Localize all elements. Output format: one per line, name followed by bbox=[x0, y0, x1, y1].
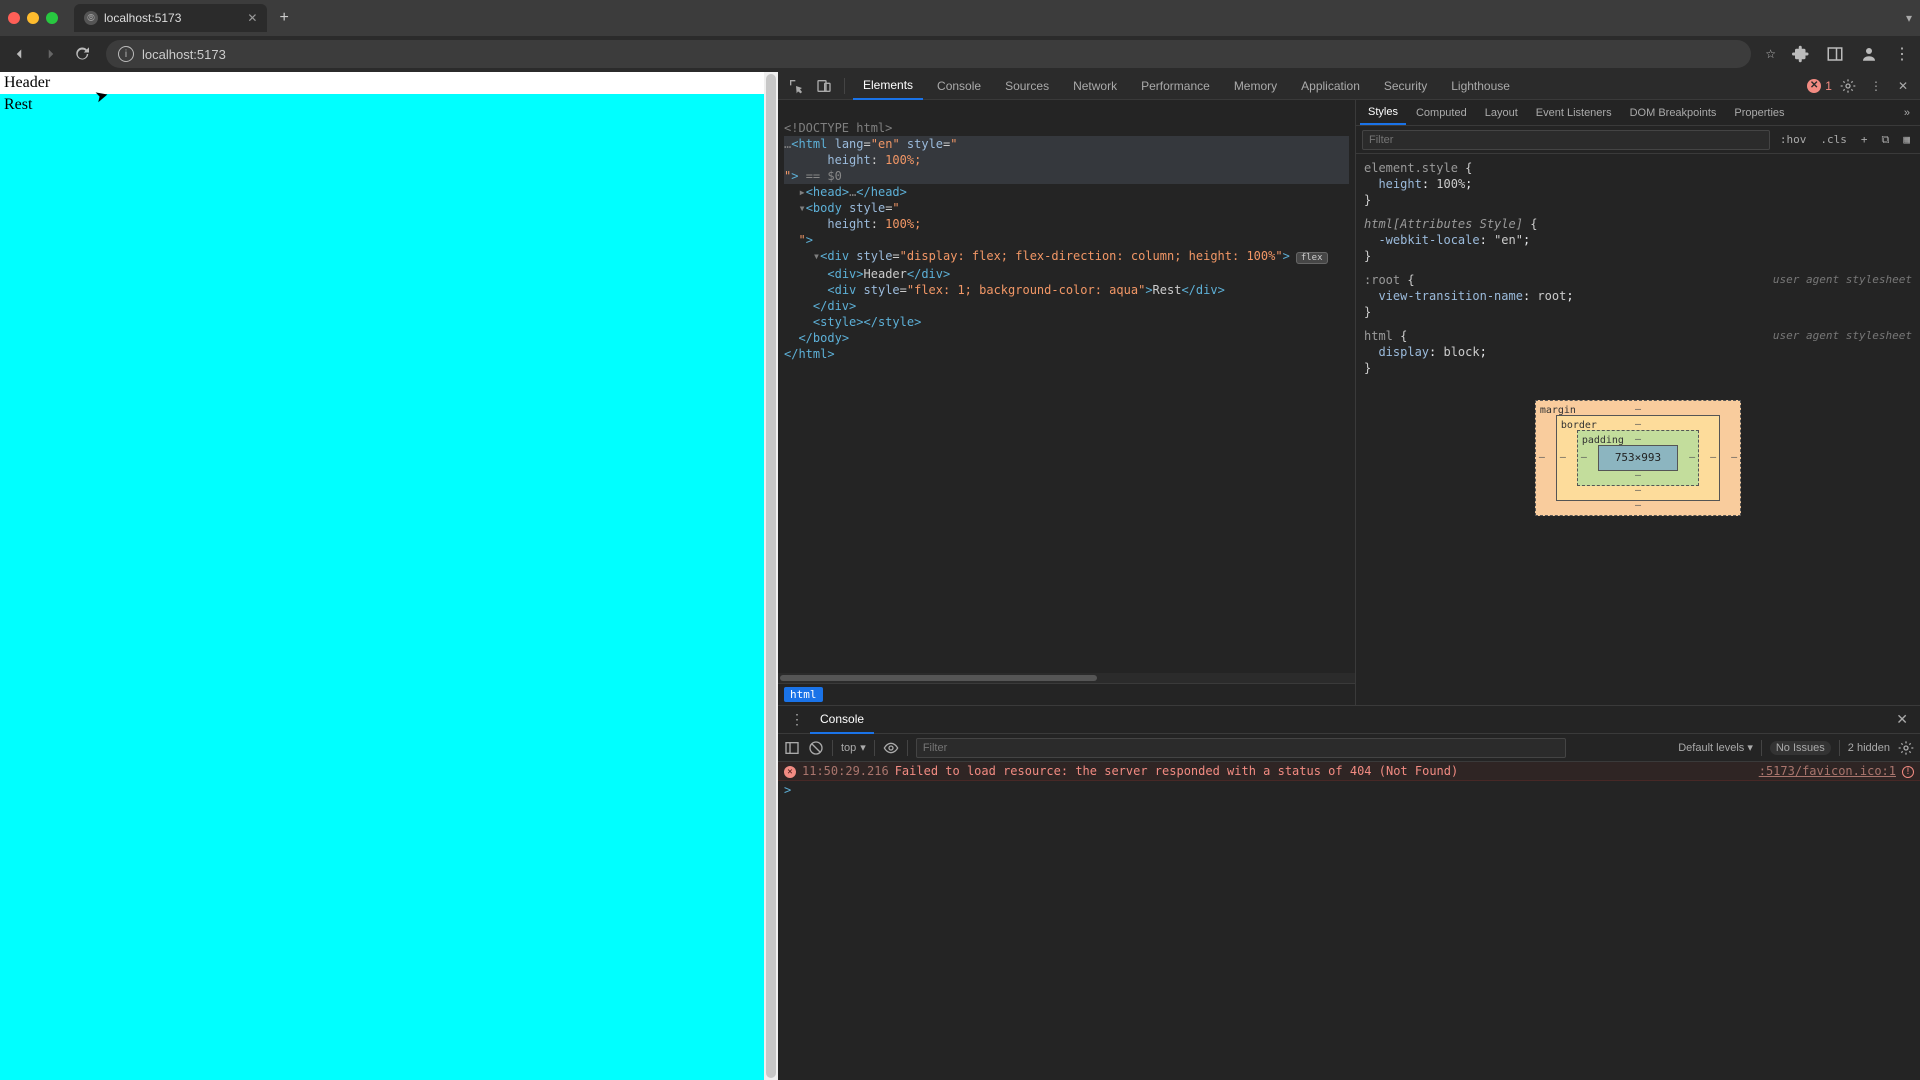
tab-security[interactable]: Security bbox=[1374, 73, 1437, 99]
no-issues-badge[interactable]: No Issues bbox=[1770, 741, 1831, 755]
forward-button bbox=[42, 45, 60, 63]
tab-elements[interactable]: Elements bbox=[853, 72, 923, 100]
log-levels-select[interactable]: Default levels ▾ bbox=[1678, 741, 1753, 754]
close-devtools-icon[interactable]: ✕ bbox=[1892, 79, 1914, 93]
flex-badge[interactable]: flex bbox=[1296, 252, 1328, 264]
new-style-rule-icon[interactable]: + bbox=[1857, 133, 1872, 146]
subtab-layout[interactable]: Layout bbox=[1477, 102, 1526, 124]
tab-application[interactable]: Application bbox=[1291, 73, 1370, 99]
tab-performance[interactable]: Performance bbox=[1131, 73, 1220, 99]
styles-filter-input[interactable] bbox=[1362, 130, 1770, 150]
subtab-styles[interactable]: Styles bbox=[1360, 101, 1406, 125]
settings-icon[interactable] bbox=[1836, 74, 1860, 98]
browser-tab[interactable]: ⦾ localhost:5173 ✕ bbox=[74, 4, 267, 32]
tab-network[interactable]: Network bbox=[1063, 73, 1127, 99]
drawer-kebab-icon[interactable]: ⋮ bbox=[784, 711, 810, 728]
subtab-computed[interactable]: Computed bbox=[1408, 102, 1475, 124]
error-source-link[interactable]: :5173/favicon.ico:1 bbox=[1759, 764, 1896, 778]
live-expression-icon[interactable] bbox=[883, 740, 899, 756]
box-model: margin – – – – border – – – – bbox=[1364, 384, 1912, 536]
tab-console[interactable]: Console bbox=[927, 73, 991, 99]
rendering-icon[interactable]: ▦ bbox=[1899, 133, 1914, 146]
styles-pane[interactable]: element.style { height: 100%; } html[Att… bbox=[1356, 154, 1920, 705]
error-badge[interactable]: ✕1 bbox=[1807, 79, 1832, 93]
extensions-icon[interactable] bbox=[1792, 45, 1810, 63]
dom-scrollbar[interactable] bbox=[778, 673, 1355, 683]
tab-lighthouse[interactable]: Lighthouse bbox=[1441, 73, 1520, 99]
hidden-count[interactable]: 2 hidden bbox=[1848, 742, 1890, 754]
console-filter-input[interactable] bbox=[916, 738, 1566, 758]
hov-toggle[interactable]: :hov bbox=[1776, 133, 1811, 146]
profile-icon[interactable] bbox=[1860, 45, 1878, 63]
macos-minimize[interactable] bbox=[27, 12, 39, 24]
context-selector[interactable]: top ▾ bbox=[841, 741, 866, 754]
info-icon: ! bbox=[1902, 766, 1914, 778]
styles-more-icon[interactable]: » bbox=[1898, 107, 1916, 119]
dom-breadcrumb[interactable]: html bbox=[778, 683, 1355, 705]
subtab-dombreakpoints[interactable]: DOM Breakpoints bbox=[1622, 102, 1725, 124]
console-settings-icon[interactable] bbox=[1898, 740, 1914, 756]
macos-maximize[interactable] bbox=[46, 12, 58, 24]
kebab-icon[interactable]: ⋮ bbox=[1864, 79, 1888, 93]
tab-title: localhost:5173 bbox=[104, 11, 181, 25]
new-tab-button[interactable]: + bbox=[279, 9, 288, 27]
tab-sources[interactable]: Sources bbox=[995, 73, 1059, 99]
clear-console-icon[interactable] bbox=[808, 740, 824, 756]
address-bar[interactable]: i localhost:5173 bbox=[106, 40, 1751, 68]
chevron-down-icon[interactable]: ▾ bbox=[1906, 11, 1912, 25]
rendered-page: Header Rest ➤ bbox=[0, 72, 764, 1080]
page-scrollbar[interactable] bbox=[764, 72, 778, 1080]
reload-button[interactable] bbox=[74, 45, 92, 63]
close-tab-icon[interactable]: ✕ bbox=[247, 11, 257, 25]
bookmark-icon[interactable]: ☆ bbox=[1765, 47, 1776, 61]
macos-close[interactable] bbox=[8, 12, 20, 24]
favicon-icon: ⦾ bbox=[84, 11, 98, 25]
dom-tree[interactable]: <!DOCTYPE html> …<html lang="en" style="… bbox=[778, 100, 1355, 673]
page-header-text: Header bbox=[0, 72, 764, 94]
console-error-row[interactable]: ✕ 11:50:29.216 Failed to load resource: … bbox=[778, 762, 1920, 781]
device-toggle-icon[interactable] bbox=[812, 74, 836, 98]
close-drawer-icon[interactable]: ✕ bbox=[1890, 711, 1914, 728]
page-rest-text: Rest bbox=[0, 94, 764, 1080]
side-panel-icon[interactable] bbox=[1826, 45, 1844, 63]
address-text: localhost:5173 bbox=[142, 47, 226, 62]
site-info-icon[interactable]: i bbox=[118, 46, 134, 62]
error-icon: ✕ bbox=[784, 766, 796, 778]
console-sidebar-icon[interactable] bbox=[784, 740, 800, 756]
back-button[interactable] bbox=[10, 45, 28, 63]
tab-memory[interactable]: Memory bbox=[1224, 73, 1287, 99]
subtab-eventlisteners[interactable]: Event Listeners bbox=[1528, 102, 1620, 124]
subtab-properties[interactable]: Properties bbox=[1726, 102, 1792, 124]
computed-styles-icon[interactable]: ⧉ bbox=[1878, 133, 1894, 147]
console-prompt[interactable]: > bbox=[778, 781, 1920, 799]
cls-toggle[interactable]: .cls bbox=[1816, 133, 1851, 146]
inspect-icon[interactable] bbox=[784, 74, 808, 98]
drawer-tab-console[interactable]: Console bbox=[810, 706, 874, 734]
menu-icon[interactable]: ⋮ bbox=[1894, 44, 1910, 64]
